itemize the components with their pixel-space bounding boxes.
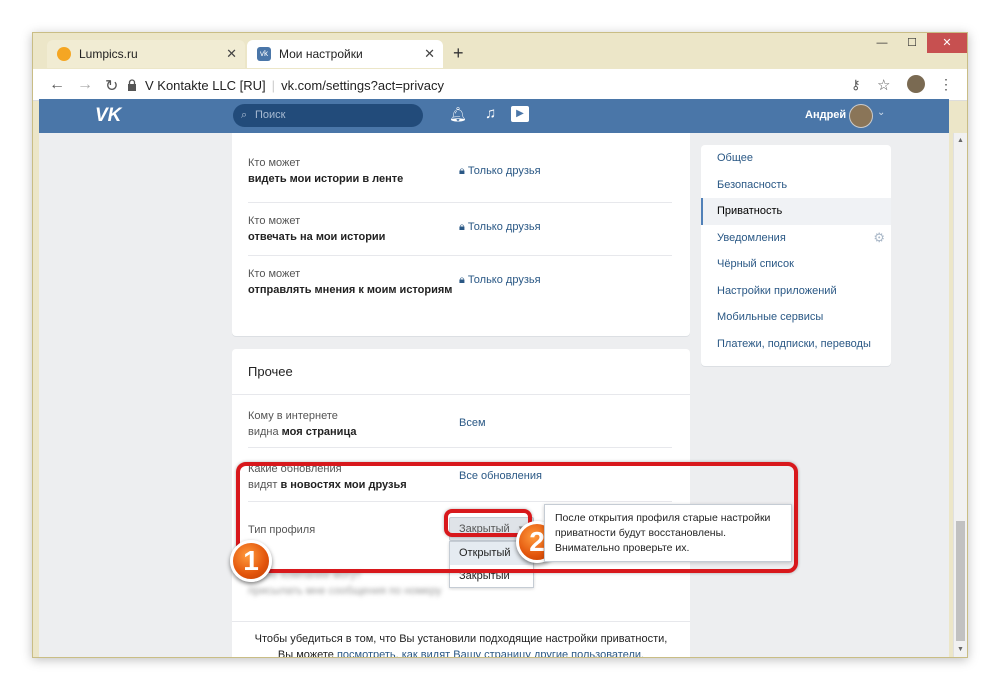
value-text: Только друзья xyxy=(467,221,541,233)
privacy-value-link[interactable]: 🔒︎ Только друзья xyxy=(459,221,541,234)
gear-icon[interactable]: ⚙ xyxy=(873,225,885,252)
view-as-link[interactable]: посмотреть, как видят Вашу страницу друг… xyxy=(337,649,644,657)
lumpics-favicon-icon xyxy=(57,47,71,61)
search-icon: ⌕ xyxy=(241,109,248,121)
tab-title: Мои настройки xyxy=(279,47,363,61)
url-text: vk.com/settings?act=privacy xyxy=(281,77,444,93)
menu-item-mobile[interactable]: Мобильные сервисы xyxy=(701,304,891,331)
tab-lumpics[interactable]: Lumpics.ru ✕ xyxy=(47,40,245,68)
chevron-down-icon[interactable]: ⌄ xyxy=(877,107,885,118)
close-tab-icon[interactable]: ✕ xyxy=(226,46,237,62)
search-placeholder: Поиск xyxy=(255,109,286,121)
section-title: Прочее xyxy=(248,364,293,379)
site-owner: V Kontakte LLC [RU] xyxy=(145,77,266,93)
footer-note: Чтобы убедиться в том, что Вы установили… xyxy=(232,631,690,657)
privacy-value-link[interactable]: 🔒︎ Только друзья xyxy=(459,274,541,287)
tab-settings[interactable]: vk Мои настройки ✕ xyxy=(247,40,443,68)
privacy-row: Кто может отправлять мнения к моим истор… xyxy=(248,256,672,312)
lock-icon: 🔒︎ xyxy=(459,221,468,233)
user-avatar[interactable] xyxy=(849,104,873,128)
privacy-value-link[interactable]: Всем xyxy=(459,417,486,429)
value-text: Только друзья xyxy=(467,274,541,286)
privacy-row: Кому в интернете видна моя страница Всем xyxy=(248,395,672,448)
menu-item-security[interactable]: Безопасность xyxy=(701,172,891,199)
minimize-button[interactable]: — xyxy=(867,33,897,53)
key-icon[interactable]: ⚷ xyxy=(851,77,861,93)
menu-item-apps[interactable]: Настройки приложений xyxy=(701,278,891,305)
url-bar[interactable]: V Kontakte LLC [RU] | vk.com/settings?ac… xyxy=(127,73,847,97)
user-name[interactable]: Андрей xyxy=(805,109,846,121)
reload-icon[interactable]: ↻ xyxy=(105,76,118,96)
privacy-card-stories: Кто может видеть мои истории в ленте 🔒︎ … xyxy=(232,133,690,336)
lock-icon: 🔒︎ xyxy=(459,165,468,177)
row-label-plain: видна xyxy=(248,426,282,438)
menu-item-blacklist[interactable]: Чёрный список xyxy=(701,251,891,278)
menu-item-payments[interactable]: Платежи, подписки, переводы xyxy=(701,331,891,358)
scroll-down-icon[interactable]: ▼ xyxy=(957,646,964,653)
row-label-bold: моя страница xyxy=(281,426,357,438)
menu-label: Уведомления xyxy=(717,231,786,244)
privacy-value-link[interactable]: 🔒︎ Только друзья xyxy=(459,165,541,178)
menu-dots-icon[interactable]: ⋮ xyxy=(939,76,953,93)
blurred-row: Какие компании могут присылать мне сообщ… xyxy=(248,569,442,597)
video-icon[interactable]: ▶ xyxy=(511,106,529,122)
scroll-thumb[interactable] xyxy=(956,521,965,641)
blurred-line: присылать мне сообщения по номеру xyxy=(248,585,442,597)
vk-logo[interactable]: VK xyxy=(95,105,121,127)
divider xyxy=(232,621,690,622)
music-icon[interactable]: ♫ xyxy=(485,105,496,122)
close-window-button[interactable]: ✕ xyxy=(927,33,967,53)
address-toolbar: ← → ↻ V Kontakte LLC [RU] | vk.com/setti… xyxy=(33,69,967,101)
new-tab-button[interactable]: + xyxy=(453,43,464,64)
page-content: Кто может видеть мои истории в ленте 🔒︎ … xyxy=(39,133,949,657)
menu-item-general[interactable]: Общее xyxy=(701,145,891,172)
value-text: Только друзья xyxy=(467,165,541,177)
profile-type-tooltip: После открытия профиля старые настройки … xyxy=(544,504,792,562)
scrollbar[interactable]: ▲ ▼ xyxy=(953,133,967,657)
footer-text: Вы можете xyxy=(277,649,337,657)
window-controls: — ☐ ✕ xyxy=(867,33,967,53)
privacy-row: Кто может отвечать на мои истории 🔒︎ Тол… xyxy=(248,203,672,256)
url-divider: | xyxy=(271,77,276,93)
star-icon[interactable]: ☆ xyxy=(877,76,890,94)
lock-icon: 🔒︎ xyxy=(459,274,468,286)
vk-header: VK ⌕ Поиск 🔔︎ ♫ ▶ Андрей ⌄ xyxy=(39,99,949,133)
settings-menu: Общее Безопасность Приватность Уведомлен… xyxy=(701,145,891,366)
scroll-up-icon[interactable]: ▲ xyxy=(957,137,964,144)
lock-icon xyxy=(128,79,136,91)
footer-text: Чтобы убедиться в том, что Вы установили… xyxy=(254,633,668,645)
menu-item-privacy[interactable]: Приватность xyxy=(701,198,891,225)
close-tab-icon[interactable]: ✕ xyxy=(424,46,435,62)
privacy-row: Кто может видеть мои истории в ленте 🔒︎ … xyxy=(248,149,672,203)
tab-title: Lumpics.ru xyxy=(79,47,138,61)
maximize-button[interactable]: ☐ xyxy=(897,33,927,53)
vk-favicon-icon: vk xyxy=(257,47,271,61)
step-badge-1: 1 xyxy=(230,540,272,582)
forward-arrow-icon[interactable]: → xyxy=(77,76,93,94)
bell-icon[interactable]: 🔔︎ xyxy=(449,106,467,123)
profile-avatar-icon[interactable] xyxy=(907,75,925,93)
back-arrow-icon[interactable]: ← xyxy=(49,76,65,94)
menu-item-notifications[interactable]: Уведомления ⚙ xyxy=(701,225,891,252)
search-input[interactable]: ⌕ Поиск xyxy=(233,104,423,127)
